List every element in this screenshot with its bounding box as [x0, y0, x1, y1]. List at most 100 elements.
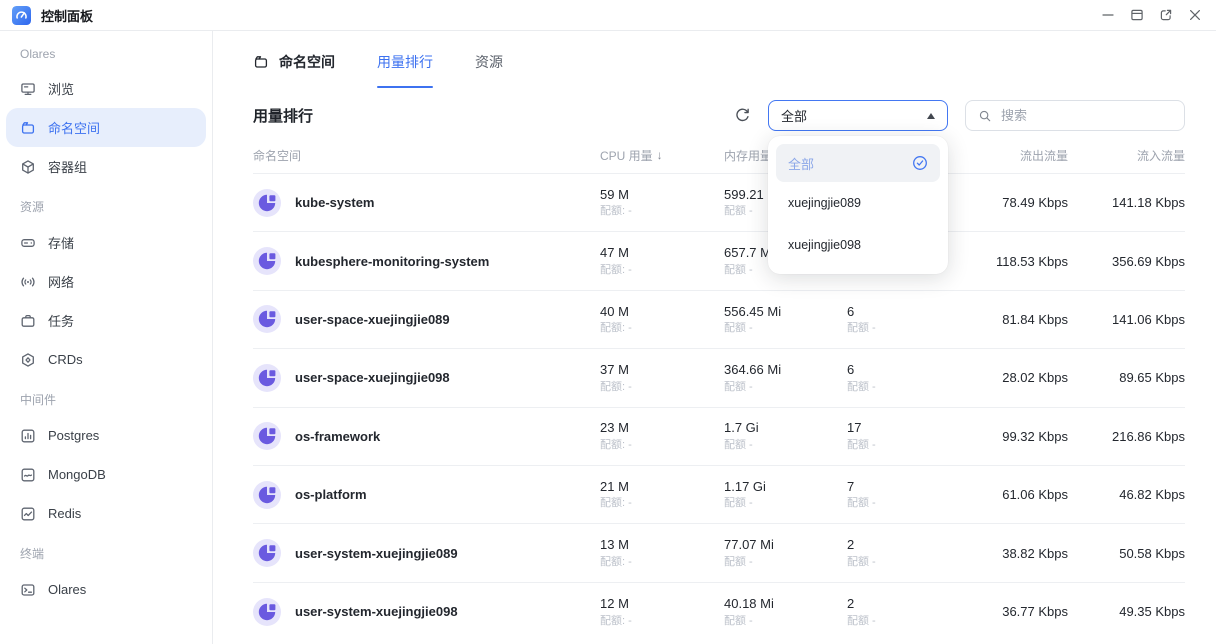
sidebar-item-pods[interactable]: 容器组	[6, 147, 206, 186]
table-row[interactable]: os-platform 21 M配额: - 1.17 Gi配额 - 7配额 - …	[253, 466, 1185, 524]
pods-cell: 7配额 -	[847, 479, 947, 511]
cpu-usage-cell: 13 M配额: -	[600, 537, 724, 569]
table-row[interactable]: user-system-xuejingjie098 12 M配额: - 40.1…	[253, 583, 1185, 641]
namespace-pie-icon	[253, 422, 281, 450]
table-column-header[interactable]: 流入流量	[1068, 147, 1185, 164]
minimize-button[interactable]	[1101, 8, 1115, 22]
sidebar-item-postgres[interactable]: Postgres	[6, 416, 206, 455]
section-title-label: 命名空间	[279, 52, 335, 72]
cpu-usage-cell: 40 M配额: -	[600, 304, 724, 336]
memory-usage-cell: 40.18 Mi配额 -	[724, 596, 847, 628]
sidebar-group: 中间件 Postgres MongoDB Redis	[0, 379, 212, 533]
dropdown-options: xuejingjie089xuejingjie098	[776, 182, 940, 266]
table-header: 命名空间 CPU 用量 ↓ 内存用量 流出流量 流入流量	[253, 137, 1185, 174]
tab-usage-ranking[interactable]: 用量排行	[377, 31, 433, 93]
postgres-icon	[20, 428, 36, 444]
terminal-icon	[20, 582, 36, 598]
sidebar-item-storage[interactable]: 存储	[6, 223, 206, 262]
traffic-in-cell: 50.58 Kbps	[1068, 546, 1185, 561]
namespace-name: user-system-xuejingjie089	[295, 546, 458, 561]
table-row[interactable]: user-space-xuejingjie098 37 M配额: - 364.6…	[253, 349, 1185, 407]
dropdown-option-xuejingjie089[interactable]: xuejingjie089	[776, 182, 940, 224]
usage-table: 命名空间 CPU 用量 ↓ 内存用量 流出流量 流入流量 kube-system…	[253, 137, 1185, 641]
namespace-name: user-space-xuejingjie089	[295, 312, 450, 327]
open-external-button[interactable]	[1159, 8, 1173, 22]
namespace-name: os-platform	[295, 487, 367, 502]
memory-usage-cell: 556.45 Mi配额 -	[724, 304, 847, 336]
traffic-in-cell: 141.06 Kbps	[1068, 312, 1185, 327]
pods-cell: 2配额 -	[847, 596, 947, 628]
namespace-name: os-framework	[295, 429, 380, 444]
dropdown-option-xuejingjie098[interactable]: xuejingjie098	[776, 224, 940, 266]
tasks-icon	[20, 313, 36, 329]
namespace-name: kube-system	[295, 195, 374, 210]
check-circle-icon	[912, 155, 928, 171]
table-row[interactable]: user-space-xuejingjie089 40 M配额: - 556.4…	[253, 291, 1185, 349]
filter-select[interactable]: 全部	[768, 100, 948, 131]
close-button[interactable]	[1188, 8, 1202, 22]
maximize-button[interactable]	[1130, 8, 1144, 22]
memory-usage-cell: 1.17 Gi配额 -	[724, 479, 847, 511]
sidebar-group-label: 终端	[0, 533, 212, 570]
traffic-in-cell: 356.69 Kbps	[1068, 254, 1185, 269]
sidebar-group: 终端 Olares	[0, 533, 212, 609]
refresh-icon[interactable]	[734, 107, 751, 124]
sidebar-item-mongodb[interactable]: MongoDB	[6, 455, 206, 494]
traffic-out-cell: 118.53 Kbps	[947, 254, 1068, 269]
namespace-pie-icon	[253, 189, 281, 217]
redis-icon	[20, 506, 36, 522]
dropdown-option-all[interactable]: 全部	[776, 144, 940, 182]
caret-up-icon	[927, 113, 935, 119]
sidebar-item-crds[interactable]: CRDs	[6, 340, 206, 379]
table-row[interactable]: kube-system 59 M配额: - 599.21 Mi配额 - 78.4…	[253, 174, 1185, 232]
close-icon	[1188, 8, 1202, 22]
cpu-usage-cell: 21 M配额: -	[600, 479, 724, 511]
cpu-usage-cell: 59 M配额: -	[600, 187, 724, 219]
traffic-out-cell: 81.84 Kbps	[947, 312, 1068, 327]
namespace-pie-icon	[253, 539, 281, 567]
traffic-out-cell: 78.49 Kbps	[947, 195, 1068, 210]
traffic-in-cell: 46.82 Kbps	[1068, 487, 1185, 502]
app-title: 控制面板	[41, 6, 93, 25]
tab-bar: 命名空间 用量排行 资源	[253, 31, 1185, 93]
table-column-header[interactable]: 命名空间	[253, 147, 600, 164]
minimize-icon	[1101, 8, 1115, 22]
filter-select-wrap: 全部 全部 xuejingjie089xuejingjie098	[768, 100, 948, 131]
table-row[interactable]: kubesphere-monitoring-system 47 M配额: - 6…	[253, 232, 1185, 290]
tab-resources[interactable]: 资源	[475, 31, 503, 93]
toolbar: 用量排行 全部 全部 xuejingjie089	[253, 100, 1185, 131]
traffic-out-cell: 36.77 Kbps	[947, 604, 1068, 619]
table-column-header[interactable]: 流出流量	[947, 147, 1068, 164]
traffic-in-cell: 89.65 Kbps	[1068, 370, 1185, 385]
namespace-icon	[20, 120, 36, 136]
traffic-in-cell: 216.86 Kbps	[1068, 429, 1185, 444]
cpu-usage-cell: 12 M配额: -	[600, 596, 724, 628]
network-icon	[20, 274, 36, 290]
sidebar-item-namespace[interactable]: 命名空间	[6, 108, 206, 147]
table-row[interactable]: user-system-xuejingjie089 13 M配额: - 77.0…	[253, 524, 1185, 582]
sidebar-item-terminal[interactable]: Olares	[6, 570, 206, 609]
sidebar-group-label: Olares	[0, 41, 212, 69]
maximize-icon	[1130, 8, 1144, 22]
sidebar-item-network[interactable]: 网络	[6, 262, 206, 301]
sidebar: Olares 浏览 命名空间 容器组 资源 存储 网络 任务 CRDs 中间件 …	[0, 31, 213, 644]
table-column-header[interactable]: CPU 用量 ↓	[600, 147, 724, 164]
sidebar-item-tasks[interactable]: 任务	[6, 301, 206, 340]
sidebar-group: 资源 存储 网络 任务 CRDs	[0, 186, 212, 379]
filter-select-value: 全部	[781, 106, 807, 125]
memory-usage-cell: 364.66 Mi配额 -	[724, 362, 847, 394]
table-row[interactable]: os-framework 23 M配额: - 1.7 Gi配额 - 17配额 -…	[253, 408, 1185, 466]
cpu-usage-cell: 37 M配额: -	[600, 362, 724, 394]
storage-icon	[20, 235, 36, 251]
main-content: 命名空间 用量排行 资源 用量排行 全部 全	[213, 31, 1216, 644]
crds-icon	[20, 352, 36, 368]
sidebar-item-browse[interactable]: 浏览	[6, 69, 206, 108]
traffic-in-cell: 49.35 Kbps	[1068, 604, 1185, 619]
external-link-icon	[1159, 8, 1173, 22]
cpu-usage-cell: 23 M配额: -	[600, 420, 724, 452]
search-input[interactable]	[1001, 108, 1172, 123]
sidebar-item-redis[interactable]: Redis	[6, 494, 206, 533]
sidebar-group-label: 中间件	[0, 379, 212, 416]
namespace-pie-icon	[253, 598, 281, 626]
table-body: kube-system 59 M配额: - 599.21 Mi配额 - 78.4…	[253, 174, 1185, 641]
